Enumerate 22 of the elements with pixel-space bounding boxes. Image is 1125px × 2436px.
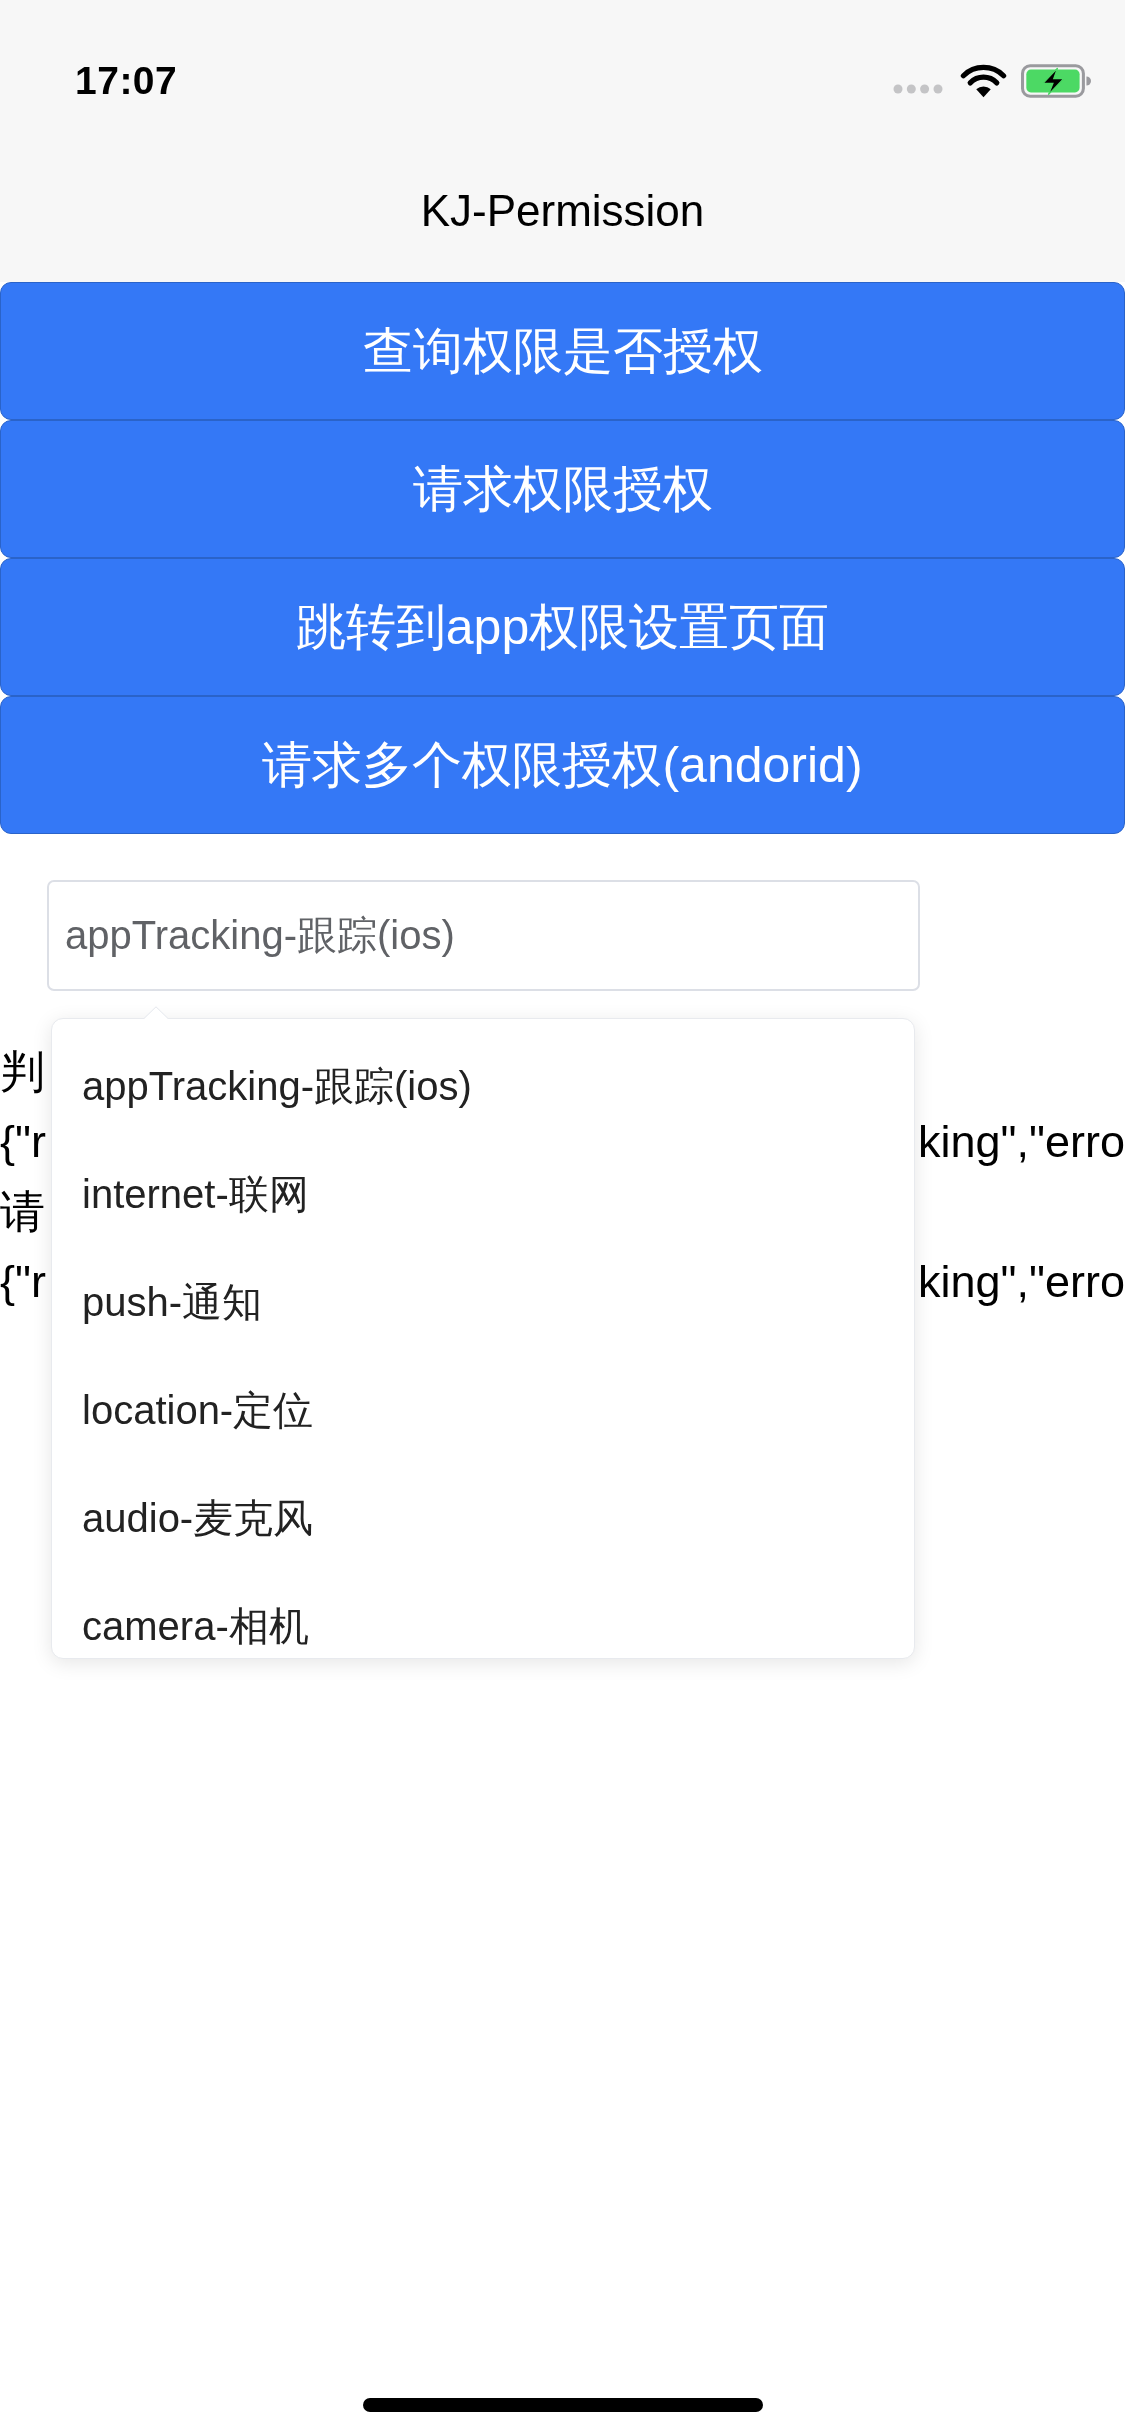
dropdown-option[interactable]: location-定位: [52, 1356, 914, 1464]
status-time: 17:07: [75, 59, 178, 103]
action-button[interactable]: 请求多个权限授权(andorid): [0, 696, 1125, 834]
dropdown-option[interactable]: camera-相机: [52, 1572, 914, 1658]
wifi-icon: [960, 64, 1007, 98]
result-text: {"r: [0, 1116, 46, 1168]
action-button[interactable]: 请求权限授权: [0, 420, 1125, 558]
result-text: 请: [0, 1185, 45, 1239]
result-text: king","erro: [917, 1116, 1125, 1168]
dropdown-option[interactable]: audio-麦克风: [52, 1464, 914, 1572]
dropdown-option[interactable]: internet-联网: [52, 1140, 914, 1248]
action-button[interactable]: 跳转到app权限设置页面: [0, 558, 1125, 696]
result-text: king","erro: [917, 1256, 1125, 1308]
action-button[interactable]: 查询权限是否授权: [0, 282, 1125, 420]
battery-charging-icon: [1021, 64, 1091, 98]
dropdown-option[interactable]: appTracking-跟踪(ios): [52, 1032, 914, 1140]
signal-dots-icon: [893, 84, 943, 94]
select-field[interactable]: appTracking-跟踪(ios): [47, 880, 920, 991]
dropdown-option[interactable]: push-通知: [52, 1248, 914, 1356]
result-text: {"r: [0, 1256, 46, 1308]
result-text: 判: [0, 1045, 45, 1099]
nav-title: KJ-Permission: [420, 186, 705, 236]
